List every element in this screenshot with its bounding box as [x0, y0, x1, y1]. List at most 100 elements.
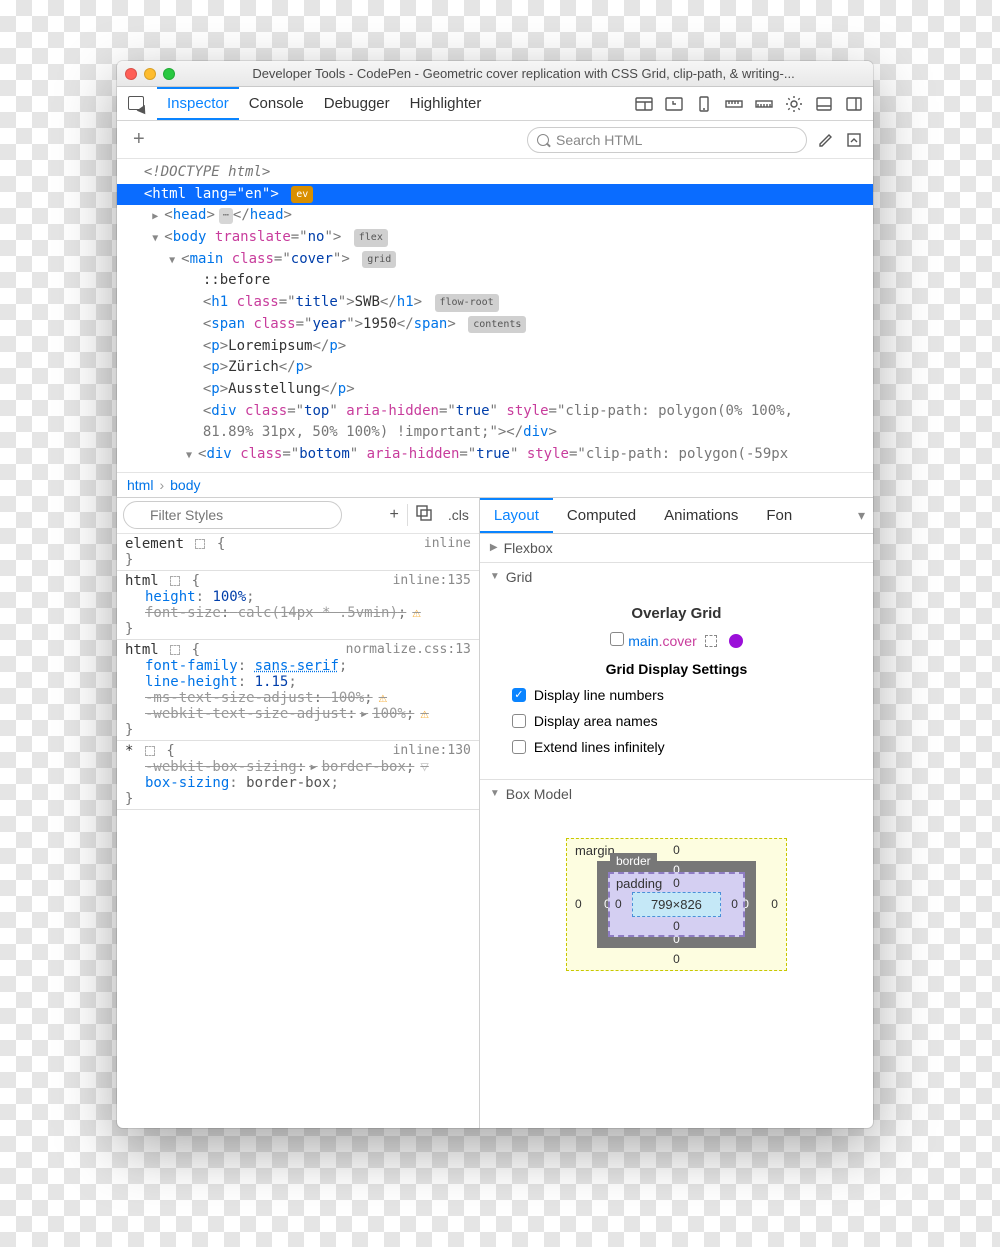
bm-padding-top[interactable]: 0 — [673, 876, 680, 890]
rule-block[interactable]: normalize.css:13html {font-family: sans-… — [117, 640, 479, 741]
rule-selector[interactable]: html — [125, 573, 159, 589]
bm-margin-box[interactable]: margin 0 0 0 0 border 0 0 0 0 padding — [566, 838, 787, 971]
bm-margin-left[interactable]: 0 — [575, 897, 582, 911]
dom-p1-element[interactable]: <p>Loremipsum</p> — [117, 336, 873, 358]
flexbox-header[interactable]: ▶Flexbox — [480, 534, 873, 562]
filter-styles-input[interactable] — [123, 501, 342, 529]
setting-area-names[interactable]: Display area names — [512, 713, 859, 729]
rule-selector[interactable]: element — [125, 536, 184, 552]
setting-extend-lines[interactable]: Extend lines infinitely — [512, 739, 859, 755]
selector-highlighter-icon[interactable] — [170, 645, 180, 655]
rule-declaration[interactable]: -webkit-text-size-adjust:▸100%;⚠ — [125, 706, 471, 722]
rulers-icon[interactable] — [755, 95, 773, 113]
sidetab-fonts[interactable]: Fon — [752, 498, 806, 533]
window-close-button[interactable] — [125, 68, 137, 80]
rule-declaration[interactable]: -ms-text-size-adjust: 100%;⚠ — [125, 690, 471, 706]
overlay-checkbox[interactable] — [610, 632, 624, 646]
grid-outline-icon[interactable] — [705, 635, 717, 647]
dom-pseudo-before[interactable]: ::before — [117, 270, 873, 292]
tab-debugger[interactable]: Debugger — [314, 87, 400, 120]
tab-console[interactable]: Console — [239, 87, 314, 120]
tab-highlighter[interactable]: Highlighter — [400, 87, 492, 120]
rule-declaration[interactable]: box-sizing: border-box; — [125, 775, 471, 791]
bm-content-box[interactable]: 799×826 — [632, 892, 721, 917]
overlay-grid-item[interactable]: main.cover — [494, 632, 859, 649]
twisty-icon[interactable] — [152, 227, 164, 249]
rule-declaration[interactable]: height: 100%; — [125, 589, 471, 605]
dom-p2-element[interactable]: <p>Zürich</p> — [117, 357, 873, 379]
expand-arrow-icon[interactable]: ▸ — [360, 706, 368, 722]
sidetab-computed[interactable]: Computed — [553, 498, 650, 533]
bm-border-box[interactable]: border 0 0 0 0 padding 0 0 0 0 79 — [597, 861, 756, 948]
bm-margin-right[interactable]: 0 — [771, 897, 778, 911]
display-badge[interactable]: grid — [362, 251, 396, 269]
twisty-icon[interactable] — [186, 444, 198, 466]
selector-highlighter-icon[interactable] — [195, 539, 205, 549]
checkbox-icon[interactable] — [512, 714, 526, 728]
iframe-picker-icon[interactable] — [635, 95, 653, 113]
settings-gear-icon[interactable] — [785, 95, 803, 113]
edit-html-icon[interactable] — [817, 131, 835, 149]
bm-margin-bottom[interactable]: 0 — [673, 952, 680, 966]
boxmodel-header[interactable]: ▼Box Model — [480, 780, 873, 808]
rule-source[interactable]: inline — [424, 536, 471, 551]
dom-tree[interactable]: <!DOCTYPE html> <html lang="en"> ev <hea… — [117, 159, 873, 472]
rule-selector[interactable]: * — [125, 743, 133, 759]
checkbox-checked-icon[interactable]: ✓ — [512, 688, 526, 702]
dom-h1-element[interactable]: <h1 class="title">SWB</h1> flow-root — [117, 292, 873, 314]
selector-highlighter-icon[interactable] — [170, 576, 180, 586]
breadcrumb-html[interactable]: html — [127, 477, 153, 493]
dock-bottom-icon[interactable] — [815, 95, 833, 113]
dom-p3-element[interactable]: <p>Ausstellung</p> — [117, 379, 873, 401]
grid-header[interactable]: ▼Grid — [480, 563, 873, 591]
responsive-icon[interactable] — [695, 95, 713, 113]
rule-declaration[interactable]: font-family: sans-serif; — [125, 658, 471, 674]
add-element-button[interactable]: + — [127, 128, 151, 151]
dom-body-element[interactable]: <body translate="no"> flex — [117, 227, 873, 249]
rule-declaration[interactable]: font-size: calc(14px * .5vmin);⚠ — [125, 605, 471, 621]
rule-block[interactable]: inline:135html {height: 100%;font-size: … — [117, 571, 479, 640]
dom-html-element[interactable]: <html lang="en"> ev — [117, 184, 873, 206]
rule-source[interactable]: normalize.css:13 — [346, 642, 471, 657]
add-rule-button[interactable]: + — [382, 506, 407, 524]
dom-span-element[interactable]: <span class="year">1950</span> contents — [117, 314, 873, 336]
rules-list[interactable]: inlineelement {}inline:135html {height: … — [117, 534, 479, 1128]
window-maximize-button[interactable] — [163, 68, 175, 80]
display-badge[interactable]: flex — [354, 229, 388, 247]
rule-declaration[interactable]: line-height: 1.15; — [125, 674, 471, 690]
cls-button[interactable]: .cls — [440, 507, 477, 523]
window-minimize-button[interactable] — [144, 68, 156, 80]
event-badge[interactable]: ev — [291, 186, 313, 204]
screenshot-icon[interactable] — [665, 95, 683, 113]
rule-block[interactable]: inlineelement {} — [117, 534, 479, 571]
checkbox-icon[interactable] — [512, 740, 526, 754]
dom-div-bottom-element[interactable]: <div class="bottom" aria-hidden="true" s… — [117, 444, 873, 466]
rule-source[interactable]: inline:135 — [393, 573, 471, 588]
sidetab-more-icon[interactable]: ▾ — [850, 498, 873, 533]
breadcrumb-body[interactable]: body — [170, 477, 200, 493]
expand-arrow-icon[interactable]: ▸ — [309, 759, 317, 775]
breadcrumbs[interactable]: html›body — [117, 472, 873, 498]
pseudo-class-button[interactable] — [408, 505, 440, 526]
rule-source[interactable]: inline:130 — [393, 743, 471, 758]
dock-side-icon[interactable] — [845, 95, 863, 113]
bm-padding-right[interactable]: 0 — [731, 897, 738, 911]
dom-div-top-element-cont[interactable]: 81.89% 31px, 50% 100%) !important;"></di… — [117, 422, 873, 444]
twisty-icon[interactable] — [152, 205, 164, 227]
ellipsis-badge[interactable]: ⋯ — [219, 208, 233, 224]
selector-highlighter-icon[interactable] — [145, 746, 155, 756]
rule-declaration[interactable]: -webkit-box-sizing:▸border-box;▽ — [125, 759, 471, 775]
bm-padding-bottom[interactable]: 0 — [673, 919, 680, 933]
bm-padding-box[interactable]: padding 0 0 0 0 799×826 — [608, 872, 745, 937]
display-badge[interactable]: flow-root — [435, 294, 499, 312]
sidetab-layout[interactable]: Layout — [480, 498, 553, 533]
boxmodel-diagram[interactable]: margin 0 0 0 0 border 0 0 0 0 padding — [480, 808, 873, 1011]
twisty-icon[interactable] — [169, 249, 181, 271]
rule-block[interactable]: inline:130* {-webkit-box-sizing:▸border-… — [117, 741, 479, 810]
setting-line-numbers[interactable]: ✓Display line numbers — [512, 687, 859, 703]
rule-selector[interactable]: html — [125, 642, 159, 658]
dom-div-top-element[interactable]: <div class="top" aria-hidden="true" styl… — [117, 401, 873, 423]
search-html-input[interactable]: Search HTML — [527, 127, 807, 153]
element-picker-icon[interactable] — [127, 94, 147, 114]
display-badge[interactable]: contents — [468, 316, 526, 334]
